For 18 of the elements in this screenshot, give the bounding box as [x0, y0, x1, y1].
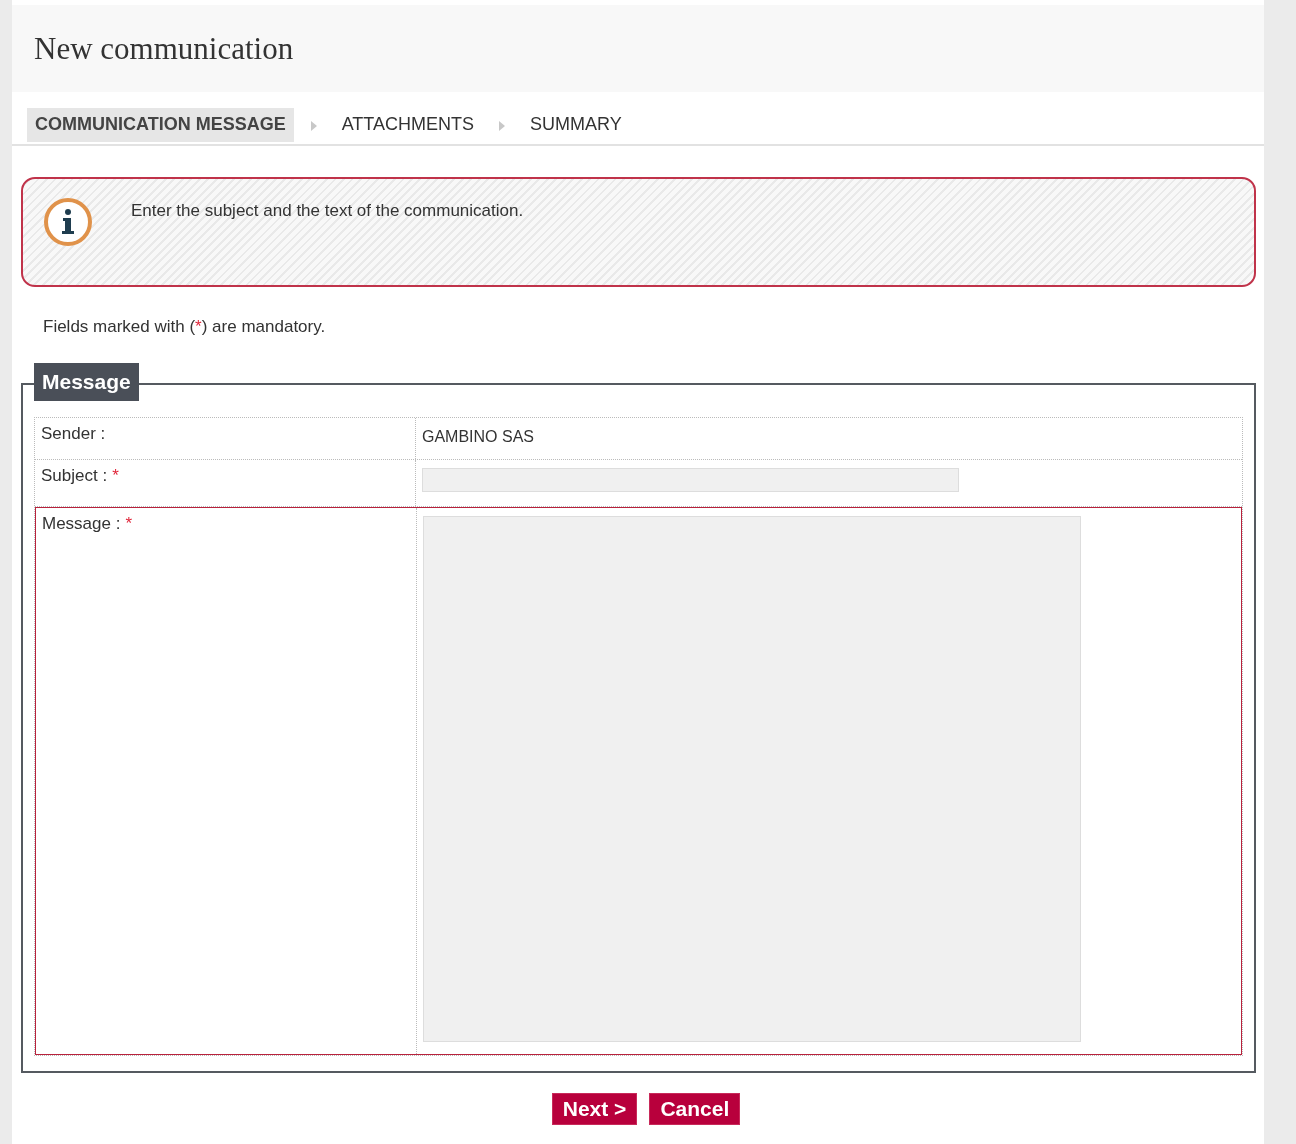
- fieldset-legend: Message: [34, 363, 139, 401]
- sender-value: GAMBINO SAS: [422, 427, 535, 446]
- mandatory-note: Fields marked with (*) are mandatory.: [43, 317, 327, 337]
- message-field[interactable]: [423, 516, 1081, 1042]
- field-label: Message : *: [42, 514, 133, 533]
- action-button[interactable]: Next >: [551, 1093, 638, 1125]
- field-label: Sender :: [41, 424, 106, 443]
- wizard-step[interactable]: COMMUNICATION MESSAGE: [27, 108, 294, 142]
- info-icon: [43, 197, 93, 247]
- step-arrow-icon: [310, 121, 317, 131]
- action-button[interactable]: Cancel: [649, 1093, 741, 1125]
- page-title: New communication: [34, 30, 294, 67]
- info-message: Enter the subject and the text of the communication.: [131, 201, 524, 221]
- step-arrow-icon: [499, 121, 505, 131]
- wizard-step[interactable]: ATTACHMENTS: [333, 108, 482, 142]
- wizard-step[interactable]: SUMMARY: [522, 108, 630, 142]
- subject-field[interactable]: [422, 468, 959, 492]
- field-label: Subject : *: [41, 466, 119, 485]
